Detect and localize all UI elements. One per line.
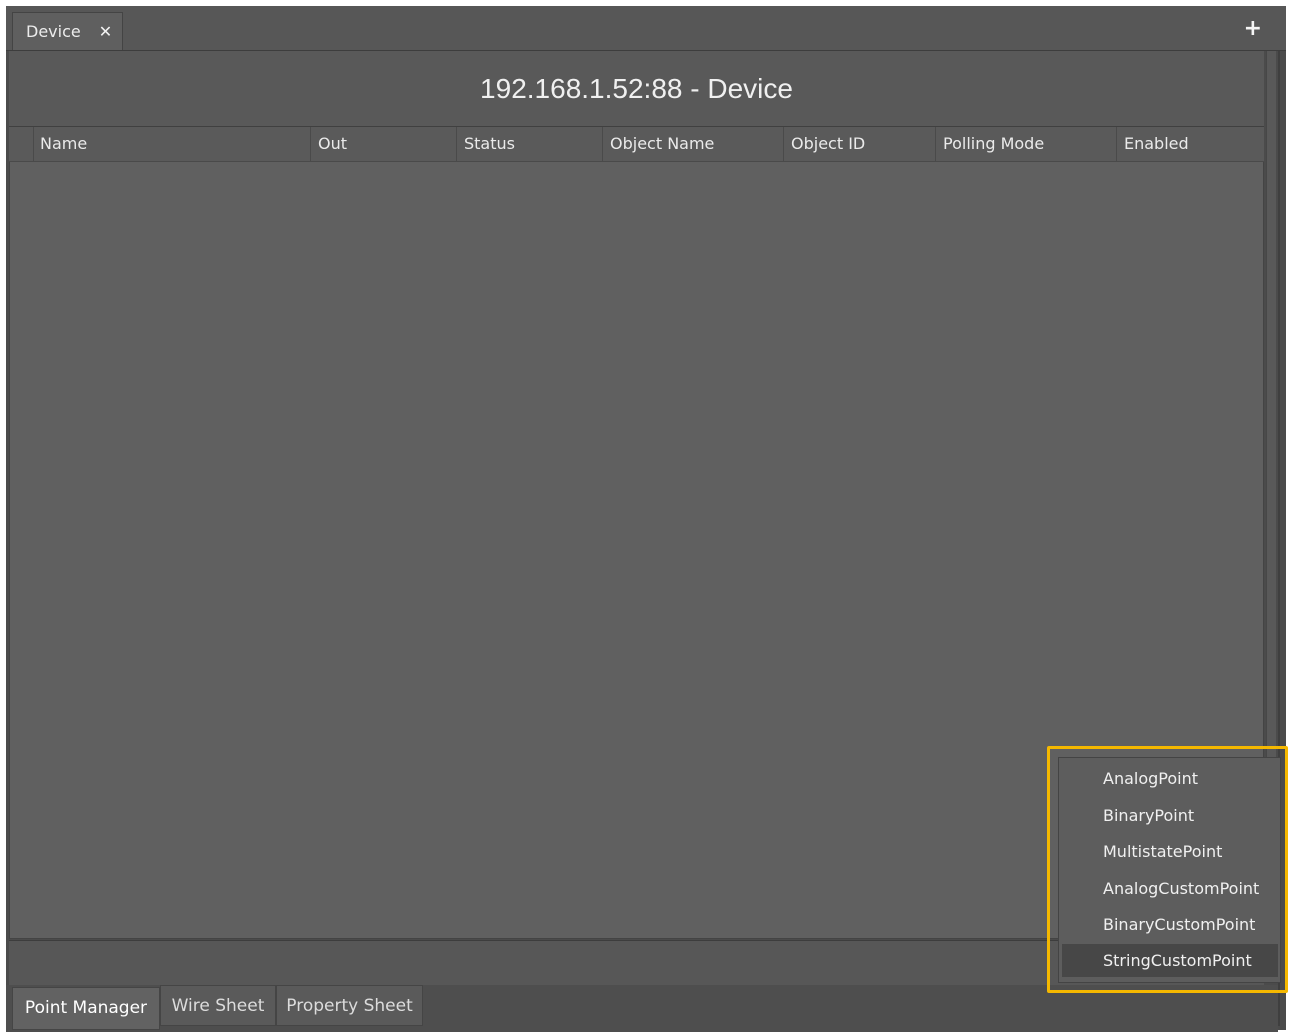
tab-label: Device	[26, 22, 81, 41]
column-header-polling-mode[interactable]: Polling Mode	[936, 127, 1117, 162]
view-title-bar: 192.168.1.52:88 - Device	[9, 51, 1264, 127]
tab-wire-sheet[interactable]: Wire Sheet	[160, 985, 276, 1026]
column-header-enabled[interactable]: Enabled	[1117, 127, 1264, 162]
row-selector-header	[9, 127, 34, 162]
column-header-object-id[interactable]: Object ID	[784, 127, 936, 162]
tab-point-manager[interactable]: Point Manager	[12, 987, 160, 1030]
close-icon[interactable]: ✕	[99, 22, 112, 41]
table-header: Name Out Status Object Name Object ID Po…	[9, 127, 1264, 162]
annotation-highlight-box	[1047, 746, 1288, 993]
column-header-name[interactable]: Name	[33, 127, 311, 162]
column-header-status[interactable]: Status	[457, 127, 603, 162]
document-tab-bar: Device ✕ +	[6, 6, 1286, 51]
plus-icon[interactable]: +	[1244, 16, 1262, 41]
tab-property-sheet[interactable]: Property Sheet	[276, 985, 423, 1026]
tab-device[interactable]: Device ✕	[12, 12, 123, 50]
column-header-object-name[interactable]: Object Name	[603, 127, 784, 162]
column-header-out[interactable]: Out	[311, 127, 457, 162]
page-title: 192.168.1.52:88 - Device	[480, 72, 793, 104]
